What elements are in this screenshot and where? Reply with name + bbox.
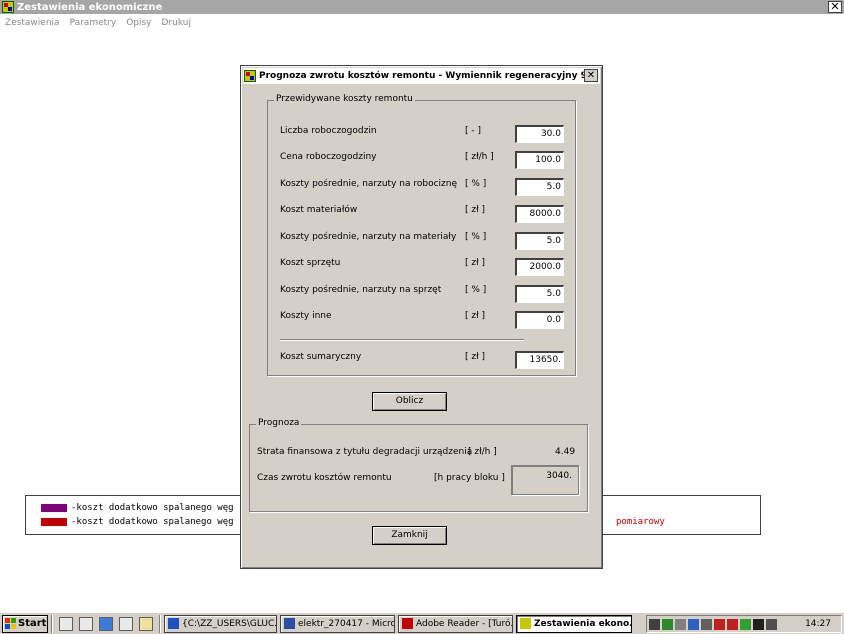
volume-icon[interactable] [766, 618, 777, 630]
task-button-word[interactable]: elektr_270417 - Micro... [280, 614, 395, 633]
adobe-icon [402, 618, 413, 629]
tray-icon[interactable] [701, 618, 712, 630]
dialog-app-icon [244, 70, 256, 82]
costs-group: Przewidywane koszty remontu Liczba roboc… [267, 94, 576, 376]
legend-row: -koszt dodatkowo spalanego węg [41, 517, 234, 527]
task-label: {C:\ZZ_USERS\GLUC... [182, 618, 277, 629]
labor-hours-field[interactable]: 30.0 [515, 125, 564, 143]
tray-icon[interactable] [753, 618, 764, 630]
total-label: Koszt sumaryczny [280, 352, 362, 362]
tray-icon[interactable] [649, 618, 660, 630]
forecast-dialog: Prognoza zwrotu kosztów remontu - Wymien… [240, 65, 603, 569]
menu-bar: Zestawienia Parametry Opisy Drukuj [0, 14, 844, 32]
task-button-adobe[interactable]: Adobe Reader - [Turó... [398, 614, 513, 633]
row-unit: [ % ] [465, 232, 487, 242]
loss-label: Strata finansowa z tytułu degradacji urz… [257, 447, 473, 457]
total-unit: [ zł ] [465, 352, 486, 362]
menu-zestawienia[interactable]: Zestawienia [5, 18, 60, 28]
tray-icon[interactable] [688, 618, 699, 630]
materials-cost-field[interactable]: 8000.0 [515, 205, 564, 223]
forecast-group-label: Prognoza [256, 418, 302, 428]
labor-overhead-field[interactable]: 5.0 [515, 178, 564, 196]
task-button-folder[interactable]: {C:\ZZ_USERS\GLUC... [164, 614, 277, 633]
menu-drukuj[interactable]: Drukuj [162, 18, 191, 28]
tray-icon[interactable] [714, 618, 725, 630]
forecast-group: Prognoza Strata finansowa z tytułu degra… [249, 418, 588, 512]
dialog-close-button[interactable]: ✕ [584, 69, 598, 82]
taskbar-separator [51, 614, 53, 633]
dialog-title-bar[interactable]: Prognoza zwrotu kosztów remontu - Wymien… [243, 68, 600, 84]
payback-unit: [h pracy bloku ] [434, 473, 505, 483]
calculate-button[interactable]: Oblicz [372, 392, 447, 411]
windows-logo-icon [5, 618, 16, 629]
task-label: Zestawienia ekono... [534, 618, 632, 629]
materials-overhead-field[interactable]: 5.0 [515, 232, 564, 250]
row-unit: [ zł ] [465, 311, 486, 321]
separator [280, 339, 524, 341]
legend-swatch-purple [41, 504, 67, 512]
legend-text: -koszt dodatkowo spalanego węg [71, 503, 234, 513]
legend-swatch-red [41, 518, 67, 526]
folder-icon [168, 618, 179, 629]
loss-value: 4.49 [555, 447, 576, 457]
row-unit: [ zł ] [465, 258, 486, 268]
app-icon [2, 1, 14, 13]
hourly-rate-field[interactable]: 100.0 [515, 151, 564, 169]
row-label: Koszty pośrednie, narzuty na sprzęt [280, 285, 442, 295]
task-label: elektr_270417 - Micro... [298, 618, 395, 629]
menu-parametry[interactable]: Parametry [70, 18, 117, 28]
row-unit: [ % ] [465, 285, 487, 295]
payback-label: Czas zwrotu kosztów remontu [257, 473, 392, 483]
word-icon [284, 618, 295, 629]
row-label: Koszty pośrednie, narzuty na robociznę [280, 179, 457, 189]
taskbar-separator [159, 614, 161, 633]
tray-icon[interactable] [675, 618, 686, 630]
start-label: Start [18, 618, 47, 629]
dialog-title: Prognoza zwrotu kosztów remontu - Wymien… [259, 71, 594, 81]
row-unit: [ % ] [465, 179, 487, 189]
row-label: Koszt materiałów [280, 205, 358, 215]
explorer-icon[interactable] [79, 616, 93, 631]
total-cost-field[interactable]: 13650. [515, 351, 564, 369]
legend-extra-text: pomiarowy [616, 517, 665, 527]
outlook-icon[interactable] [119, 616, 133, 631]
media-icon[interactable] [139, 616, 153, 631]
row-unit: [ zł/h ] [465, 152, 494, 162]
close-button[interactable]: Zamknij [372, 526, 447, 545]
window-close-button[interactable]: ✕ [828, 1, 842, 13]
equipment-cost-field[interactable]: 2000.0 [515, 258, 564, 276]
desktop-icon[interactable] [59, 616, 73, 631]
app-icon [520, 618, 531, 629]
payback-value: 3040. [511, 465, 579, 495]
task-label: Adobe Reader - [Turó... [416, 618, 513, 629]
loss-unit: [ zł/h ] [468, 447, 497, 457]
system-tray: 14:27 [646, 615, 842, 633]
other-costs-field[interactable]: 0.0 [515, 311, 564, 329]
row-unit: [ - ] [465, 126, 481, 136]
legend-row: -koszt dodatkowo spalanego węg [41, 503, 234, 513]
row-label: Cena roboczogodziny [280, 152, 377, 162]
taskbar: Start {C:\ZZ_USERS\GLUC... elektr_270417… [0, 612, 844, 634]
tray-icon[interactable] [727, 618, 738, 630]
browser-icon[interactable] [99, 616, 113, 631]
clock[interactable]: 14:27 [805, 619, 831, 629]
row-label: Koszty inne [280, 311, 332, 321]
menu-opisy[interactable]: Opisy [126, 18, 151, 28]
main-title-bar: Zestawienia ekonomiczne ✕ [0, 0, 844, 14]
row-unit: [ zł ] [465, 205, 486, 215]
costs-group-label: Przewidywane koszty remontu [274, 94, 415, 104]
tray-icon[interactable] [740, 618, 751, 630]
row-label: Liczba roboczogodzin [280, 126, 377, 136]
equipment-overhead-field[interactable]: 5.0 [515, 285, 564, 303]
window-title: Zestawienia ekonomiczne [17, 1, 163, 13]
row-label: Koszty pośrednie, narzuty na materiały [280, 232, 457, 242]
legend-text: -koszt dodatkowo spalanego węg [71, 517, 234, 527]
tray-icon[interactable] [662, 618, 673, 630]
row-label: Koszt sprzętu [280, 258, 341, 268]
start-button[interactable]: Start [2, 614, 48, 633]
task-button-zestawienia[interactable]: Zestawienia ekono... [516, 614, 632, 633]
